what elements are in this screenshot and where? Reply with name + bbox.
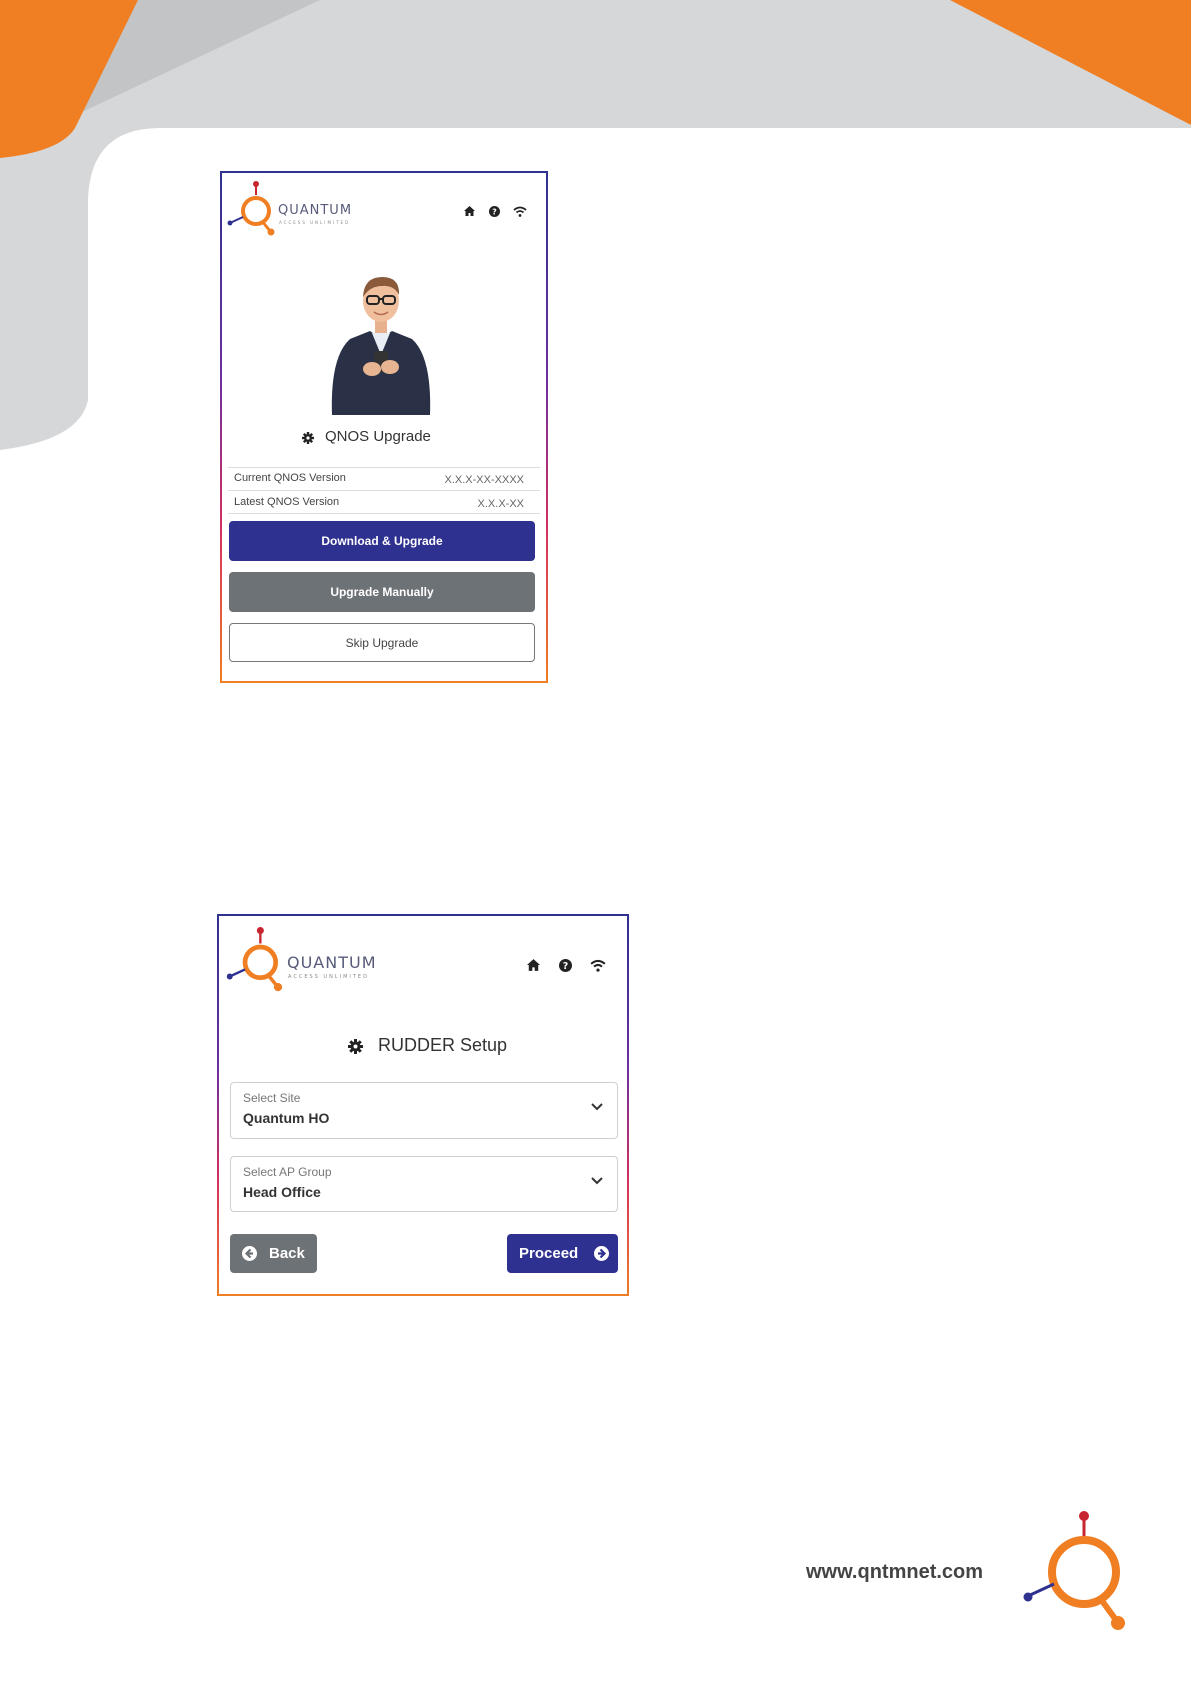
svg-text:?: ?	[562, 961, 567, 972]
svg-text:?: ?	[492, 207, 497, 216]
back-button-label: Back	[269, 1245, 305, 1262]
page-title: RUDDER Setup	[378, 1035, 508, 1055]
qnos-upgrade-panel: QUANTUM ACCESS UNLIMITED ? QNOS Upgrade …	[220, 171, 548, 683]
logo-tagline: ACCESS UNLIMITED	[279, 220, 351, 225]
footer-website-url[interactable]: www.qntmnet.com	[806, 1561, 983, 1584]
help-icon[interactable]: ?	[487, 204, 501, 218]
chevron-down-icon	[591, 1177, 603, 1185]
logo-name: QUANTUM	[287, 953, 377, 972]
upgrade-manually-button[interactable]: Upgrade Manually	[229, 572, 535, 612]
chevron-down-icon	[591, 1103, 603, 1111]
person-illustration	[331, 277, 431, 415]
quantum-logo-mark	[226, 927, 283, 992]
latest-version-label: Latest QNOS Version	[234, 496, 340, 508]
help-icon[interactable]: ?	[557, 957, 573, 973]
quantum-logo-mark	[227, 181, 275, 236]
logo-tagline: ACCESS UNLIMITED	[288, 974, 369, 980]
rudder-setup-panel: QUANTUM ACCESS UNLIMITED ? RUDDER Setup …	[217, 914, 629, 1296]
logo-name: QUANTUM	[278, 203, 353, 218]
select-ap-group-label: Select AP Group	[243, 1165, 332, 1179]
arrow-left-circle-icon	[242, 1246, 257, 1261]
wifi-icon[interactable]	[589, 957, 607, 973]
quantum-logo-mark	[1023, 1511, 1125, 1630]
current-version-value: X.X.X-XX-XXXX	[444, 474, 524, 486]
quantum-logo: QUANTUM ACCESS UNLIMITED	[226, 181, 366, 237]
row-divider	[228, 490, 540, 491]
latest-version-value: X.X.X-XX	[477, 498, 524, 510]
page-title: QNOS Upgrade	[325, 428, 431, 445]
back-button[interactable]: Back	[230, 1234, 317, 1273]
current-version-label: Current QNOS Version	[234, 472, 346, 484]
gear-icon	[346, 1037, 364, 1055]
select-site-label: Select Site	[243, 1091, 301, 1105]
home-icon[interactable]	[525, 957, 541, 973]
proceed-button[interactable]: Proceed	[507, 1234, 618, 1273]
gear-icon	[301, 431, 315, 445]
wifi-icon[interactable]	[512, 204, 528, 218]
quantum-logo: QUANTUM ACCESS UNLIMITED	[225, 926, 405, 996]
proceed-button-label: Proceed	[519, 1245, 579, 1262]
select-ap-group-value: Head Office	[243, 1184, 321, 1200]
select-site-value: Quantum HO	[243, 1110, 330, 1126]
skip-upgrade-button[interactable]: Skip Upgrade	[229, 623, 535, 662]
select-site-dropdown[interactable]: Select Site Quantum HO	[230, 1082, 618, 1139]
select-ap-group-dropdown[interactable]: Select AP Group Head Office	[230, 1156, 618, 1212]
page-background	[0, 0, 1191, 450]
home-icon[interactable]	[462, 204, 476, 218]
row-divider	[228, 513, 540, 514]
arrow-right-circle-icon	[594, 1246, 610, 1261]
row-divider	[228, 467, 540, 468]
download-upgrade-button[interactable]: Download & Upgrade	[229, 521, 535, 561]
